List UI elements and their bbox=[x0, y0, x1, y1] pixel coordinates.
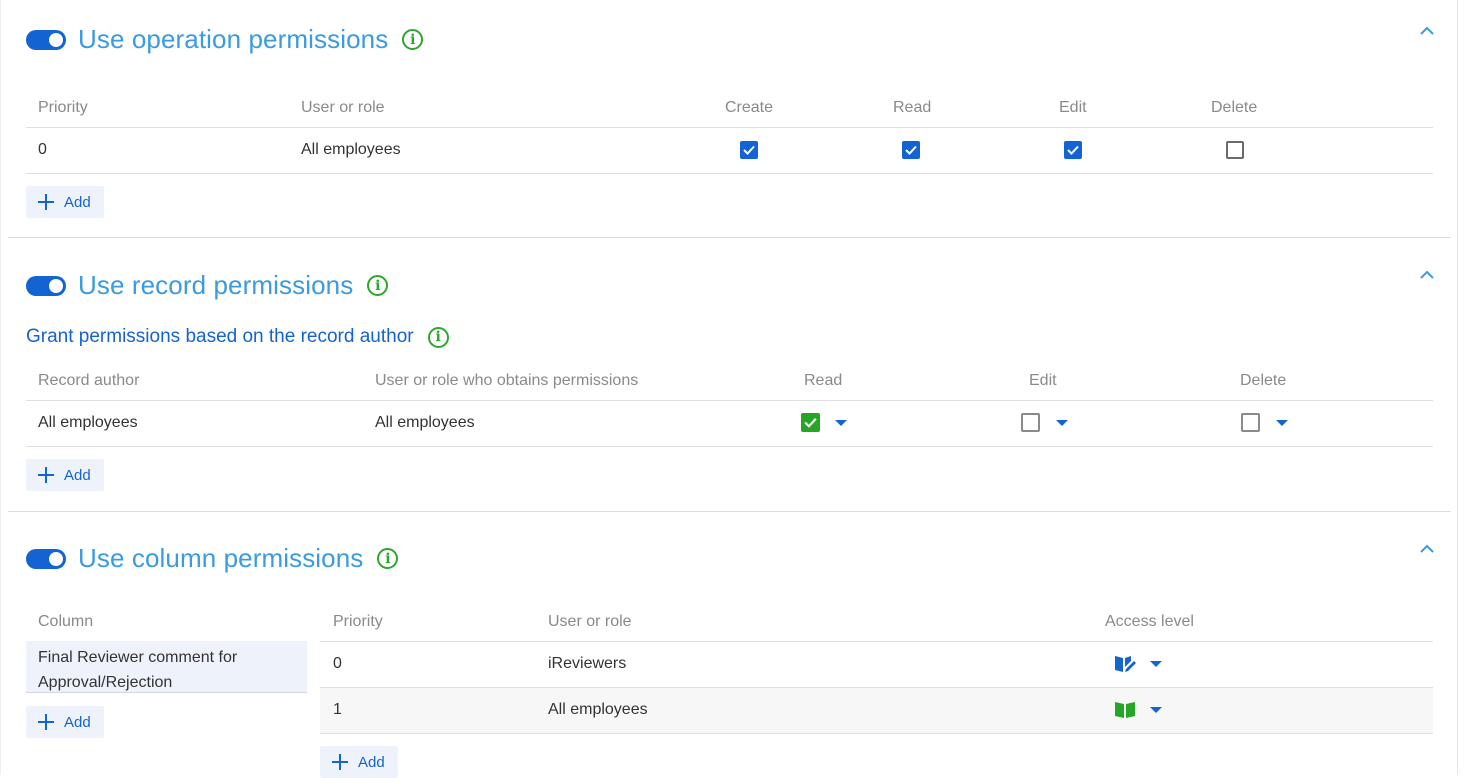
create-checkbox[interactable] bbox=[740, 141, 758, 159]
header-user-who-obtains: User or role who obtains permissions bbox=[375, 372, 639, 389]
read-book-icon[interactable] bbox=[1114, 701, 1136, 719]
read-checkbox[interactable] bbox=[801, 413, 820, 432]
table-row-background bbox=[320, 688, 1433, 733]
header-delete: Delete bbox=[1211, 99, 1258, 116]
add-label: Add bbox=[358, 753, 385, 771]
read-edit-icon[interactable] bbox=[1114, 654, 1136, 674]
header-delete: Delete bbox=[1240, 372, 1287, 389]
column-section-title: Use column permissions bbox=[78, 543, 364, 573]
add-record-button[interactable]: Add bbox=[26, 459, 104, 491]
record-permissions-toggle[interactable] bbox=[26, 275, 66, 296]
edit-checkbox[interactable] bbox=[1064, 141, 1082, 159]
plus-icon bbox=[38, 194, 54, 210]
operation-permissions-toggle[interactable] bbox=[26, 29, 66, 50]
table-divider bbox=[26, 127, 1433, 128]
column-name: Final Reviewer comment for Approval/Reje… bbox=[38, 649, 238, 691]
edit-checkbox[interactable] bbox=[1021, 413, 1040, 432]
chevron-up-icon[interactable] bbox=[1418, 24, 1436, 38]
header-edit: Edit bbox=[1059, 99, 1087, 116]
info-icon[interactable]: i bbox=[402, 29, 424, 50]
record-author-subtitle: Grant permissions based on the record au… bbox=[26, 326, 449, 348]
table-divider bbox=[320, 641, 1433, 642]
header-record-author: Record author bbox=[38, 372, 140, 389]
plus-icon bbox=[38, 714, 54, 730]
header-read: Read bbox=[893, 99, 932, 116]
row-priority: 0 bbox=[333, 655, 342, 672]
row-record-author: All employees bbox=[38, 414, 138, 431]
info-icon[interactable]: i bbox=[367, 275, 389, 296]
row-user: All employees bbox=[375, 414, 475, 431]
header-column: Column bbox=[38, 613, 94, 630]
column-section-header: Use column permissions i bbox=[26, 543, 399, 574]
row-user: All employees bbox=[548, 701, 648, 718]
header-access-level: Access level bbox=[1105, 613, 1194, 630]
add-operation-button[interactable]: Add bbox=[26, 186, 104, 218]
chevron-up-icon[interactable] bbox=[1418, 542, 1436, 556]
table-row-divider bbox=[26, 173, 1433, 174]
info-icon[interactable]: i bbox=[377, 548, 399, 569]
delete-checkbox[interactable] bbox=[1241, 413, 1260, 432]
header-priority: Priority bbox=[333, 613, 383, 630]
record-author-subtitle-text: Grant permissions based on the record au… bbox=[26, 326, 414, 347]
page-right-border bbox=[1457, 0, 1458, 775]
page-left-border bbox=[0, 0, 1, 775]
caret-down-icon[interactable] bbox=[1056, 420, 1068, 426]
add-label: Add bbox=[64, 193, 91, 211]
caret-down-icon[interactable] bbox=[1276, 420, 1288, 426]
add-column-permission-button[interactable]: Add bbox=[320, 746, 398, 778]
table-row-divider bbox=[320, 733, 1433, 734]
add-label: Add bbox=[64, 466, 91, 484]
record-section-header: Use record permissions i bbox=[26, 270, 389, 301]
info-icon[interactable]: i bbox=[427, 326, 449, 348]
column-permissions-toggle[interactable] bbox=[26, 548, 66, 569]
operation-section-header: Use operation permissions i bbox=[26, 24, 424, 55]
chevron-up-icon[interactable] bbox=[1418, 268, 1436, 282]
table-divider bbox=[26, 400, 1433, 401]
header-create: Create bbox=[725, 99, 774, 116]
section-divider bbox=[8, 511, 1451, 512]
row-priority: 0 bbox=[38, 141, 47, 158]
row-user: iReviewers bbox=[548, 655, 627, 672]
operation-section-title: Use operation permissions bbox=[78, 24, 389, 54]
row-user: All employees bbox=[301, 141, 401, 158]
caret-down-icon[interactable] bbox=[835, 420, 847, 426]
plus-icon bbox=[38, 467, 54, 483]
header-priority: Priority bbox=[38, 99, 88, 116]
caret-down-icon[interactable] bbox=[1150, 661, 1162, 667]
caret-down-icon[interactable] bbox=[1150, 707, 1162, 713]
add-label: Add bbox=[64, 713, 91, 731]
table-row-divider bbox=[26, 446, 1433, 447]
section-divider bbox=[8, 237, 1451, 238]
add-column-button[interactable]: Add bbox=[26, 706, 104, 738]
header-edit: Edit bbox=[1029, 372, 1057, 389]
read-checkbox[interactable] bbox=[902, 141, 920, 159]
plus-icon bbox=[332, 754, 348, 770]
header-read: Read bbox=[804, 372, 843, 389]
header-user-or-role: User or role bbox=[548, 613, 632, 630]
row-priority: 1 bbox=[333, 701, 342, 718]
record-section-title: Use record permissions bbox=[78, 270, 354, 300]
header-user-or-role: User or role bbox=[301, 99, 385, 116]
delete-checkbox[interactable] bbox=[1226, 141, 1244, 159]
